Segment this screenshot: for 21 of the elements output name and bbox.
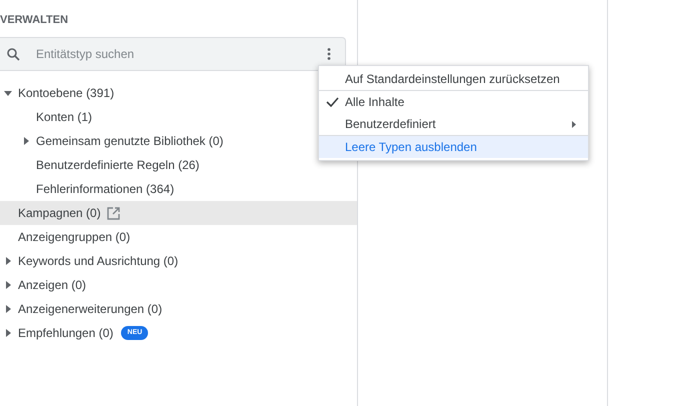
external-link-icon[interactable] [106,206,120,220]
menu-item[interactable]: Benutzerdefiniert [319,113,588,135]
tree-item[interactable]: Kontoebene (391) [18,84,114,102]
search-field[interactable]: Entitätstyp suchen [34,44,319,64]
tree-item[interactable]: Anzeigengruppen (0) [18,228,130,246]
tree-item[interactable]: Anzeigenerweiterungen (0) [18,300,162,318]
tree-item[interactable]: Gemeinsam genutzte Bibliothek (0) [36,132,224,150]
menu-item[interactable]: Auf Standardeinstellungen zurücksetzen [319,68,588,90]
menu-item[interactable]: Leere Typen ausblenden [319,136,588,158]
tree-item[interactable]: Anzeigen (0) [18,276,86,294]
search-bar[interactable]: Entitätstyp suchen [0,37,346,71]
tree-item[interactable]: Kampagnen (0) [18,204,101,222]
tree-item[interactable]: Fehlerinformationen (364) [36,180,174,198]
tree-item[interactable]: Konten (1) [36,108,92,126]
more-icon [327,48,331,60]
tree-item[interactable]: Benutzerdefinierte Regeln (26) [36,156,200,174]
tree-item[interactable]: Keywords und Ausrichtung (0) [18,252,178,270]
search-icon [7,48,20,60]
tree-item[interactable]: Empfehlungen (0) [18,324,114,342]
section-title: VERWALTEN [0,13,70,28]
menu-item[interactable]: Alle Inhalte [319,91,588,113]
